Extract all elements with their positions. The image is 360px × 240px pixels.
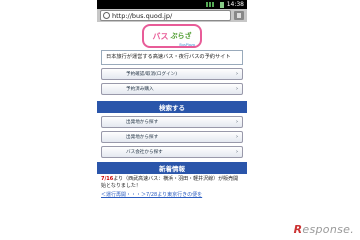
logo-part2: ぷらざ [170, 32, 192, 40]
search-by-bus-company-button[interactable]: バス会社から探す › [101, 146, 243, 158]
status-bar: 14:38 [97, 0, 247, 9]
signal-icon [205, 2, 216, 7]
status-time: 14:38 [226, 1, 244, 8]
search-section-header: 検索する [97, 101, 247, 113]
reservation-check-button[interactable]: 予約確認/取消(ログイン) › [101, 68, 243, 80]
logo-area: バス ぷらざ BusPlaza [97, 22, 247, 50]
url-text: http://bus.quod.jp/ [112, 11, 173, 20]
search-by-departure-button-2[interactable]: 出発地から探す › [101, 131, 243, 143]
news-section-header: 新着情報 [97, 162, 247, 174]
button-label: 予約済み購入 [126, 87, 154, 92]
button-label: 出発地から探す [126, 135, 159, 140]
chevron-right-icon: › [236, 86, 238, 92]
url-field[interactable]: http://bus.quod.jp/ [100, 10, 231, 21]
button-label: 予約確認/取消(ログイン) [126, 72, 178, 77]
news-item-2[interactable]: ＜運行再開・・・＞7/28より東京行きの便を [101, 192, 243, 199]
watermark-text: esponse. [302, 223, 354, 236]
chevron-right-icon: › [236, 71, 238, 77]
phone-screen: 14:38 http://bus.quod.jp/ バス ぷらざ BusPlaz… [97, 0, 247, 240]
chevron-right-icon: › [236, 134, 238, 140]
logo-part1: バス [152, 31, 169, 41]
intro-text: 日本旅行が運営する高速バス・夜行バスの予約サイト [101, 50, 243, 65]
news-date: 7/16 [101, 176, 114, 182]
news-item[interactable]: 7/16より（西武高速バス：横浜・羽田・軽井沢線）が販売開始となりました！ [101, 176, 243, 190]
bookmark-icon[interactable] [234, 11, 244, 20]
button-label: バス会社から探す [126, 150, 163, 155]
news-text: より（西武高速バス：横浜・羽田・軽井沢線）が販売開始となりました！ [101, 176, 239, 189]
watermark-logo: Response. [294, 223, 354, 236]
chevron-right-icon: › [236, 149, 238, 155]
site-logo[interactable]: バス ぷらざ BusPlaza [142, 24, 202, 48]
search-by-departure-button[interactable]: 出発地から探す › [101, 116, 243, 128]
web-page: バス ぷらざ BusPlaza 日本旅行が運営する高速バス・夜行バスの予約サイト… [97, 22, 247, 240]
logo-sub: BusPlaza [179, 43, 195, 47]
news-link[interactable]: ＜運行再開・・・＞7/28より東京行きの便を [101, 192, 202, 198]
reserved-purchase-button[interactable]: 予約済み購入 › [101, 83, 243, 95]
battery-icon [219, 1, 224, 8]
chevron-right-icon: › [236, 119, 238, 125]
globe-icon [103, 12, 110, 19]
browser-toolbar: http://bus.quod.jp/ [97, 9, 247, 22]
button-label: 出発地から探す [126, 120, 159, 125]
